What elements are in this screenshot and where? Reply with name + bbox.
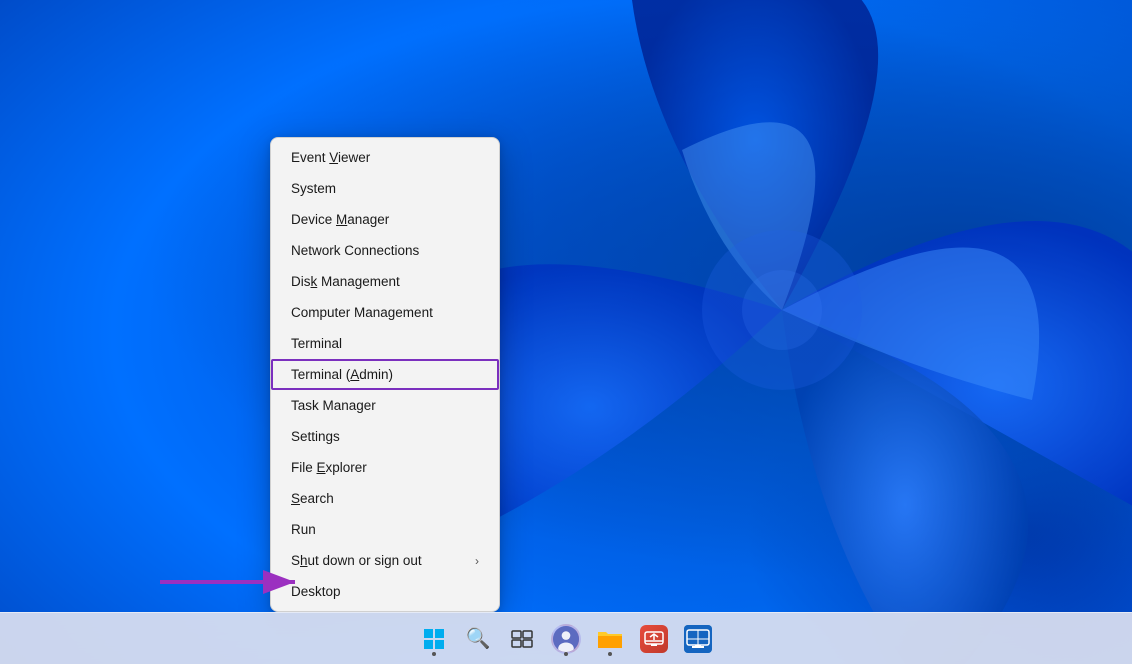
menu-item-settings[interactable]: Settings [271, 421, 499, 452]
taskbar-icons-center: 🔍 [414, 619, 718, 659]
rdp-icon [684, 625, 712, 653]
menu-item-file-explorer[interactable]: File Explorer [271, 452, 499, 483]
menu-item-terminal-admin[interactable]: Terminal (Admin) [271, 359, 499, 390]
task-view-button[interactable] [502, 619, 542, 659]
menu-item-label: Network Connections [291, 243, 419, 258]
user-avatar-taskbar[interactable] [546, 619, 586, 659]
menu-item-event-viewer[interactable]: Event Viewer [271, 142, 499, 173]
menu-item-label: System [291, 181, 336, 196]
arrow-indicator [150, 562, 310, 602]
menu-item-task-manager[interactable]: Task Manager [271, 390, 499, 421]
menu-item-terminal[interactable]: Terminal [271, 328, 499, 359]
search-taskbar-button[interactable]: 🔍 [458, 619, 498, 659]
menu-item-label: Run [291, 522, 316, 537]
menu-item-label: Search [291, 491, 334, 506]
file-explorer-taskbar-button[interactable] [590, 619, 630, 659]
menu-item-disk-management[interactable]: Disk Management [271, 266, 499, 297]
menu-item-system[interactable]: System [271, 173, 499, 204]
menu-item-label: Event Viewer [291, 150, 370, 165]
active-dot [432, 652, 436, 656]
active-dot [608, 652, 612, 656]
file-explorer-icon [596, 626, 624, 652]
menu-item-label: Terminal [291, 336, 342, 351]
rdp-taskbar-button[interactable] [678, 619, 718, 659]
menu-item-label: Disk Management [291, 274, 400, 289]
taskbar: 🔍 [0, 612, 1132, 664]
task-view-icon [511, 630, 533, 648]
active-dot [564, 652, 568, 656]
menu-item-label: File Explorer [291, 460, 367, 475]
windows-logo-icon [423, 628, 445, 650]
menu-item-label: Device Manager [291, 212, 389, 227]
context-menu: Event Viewer System Device Manager Netwo… [270, 137, 500, 612]
menu-item-label: Task Manager [291, 398, 376, 413]
menu-item-run[interactable]: Run [271, 514, 499, 545]
submenu-arrow-icon: › [475, 554, 479, 568]
menu-item-device-manager[interactable]: Device Manager [271, 204, 499, 235]
desktop: Event Viewer System Device Manager Netwo… [0, 0, 1132, 664]
remote-desktop-icon [640, 625, 668, 653]
search-taskbar-icon: 🔍 [466, 626, 491, 651]
menu-item-label: Terminal (Admin) [291, 367, 393, 382]
menu-item-network-connections[interactable]: Network Connections [271, 235, 499, 266]
arrow-svg [150, 562, 310, 602]
menu-item-label: Computer Management [291, 305, 433, 320]
remote-desktop-taskbar-button[interactable] [634, 619, 674, 659]
menu-item-label: Shut down or sign out [291, 553, 422, 568]
start-button[interactable] [414, 619, 454, 659]
menu-item-computer-management[interactable]: Computer Management [271, 297, 499, 328]
menu-item-label: Settings [291, 429, 340, 444]
menu-item-search[interactable]: Search [271, 483, 499, 514]
user-avatar [551, 624, 581, 654]
